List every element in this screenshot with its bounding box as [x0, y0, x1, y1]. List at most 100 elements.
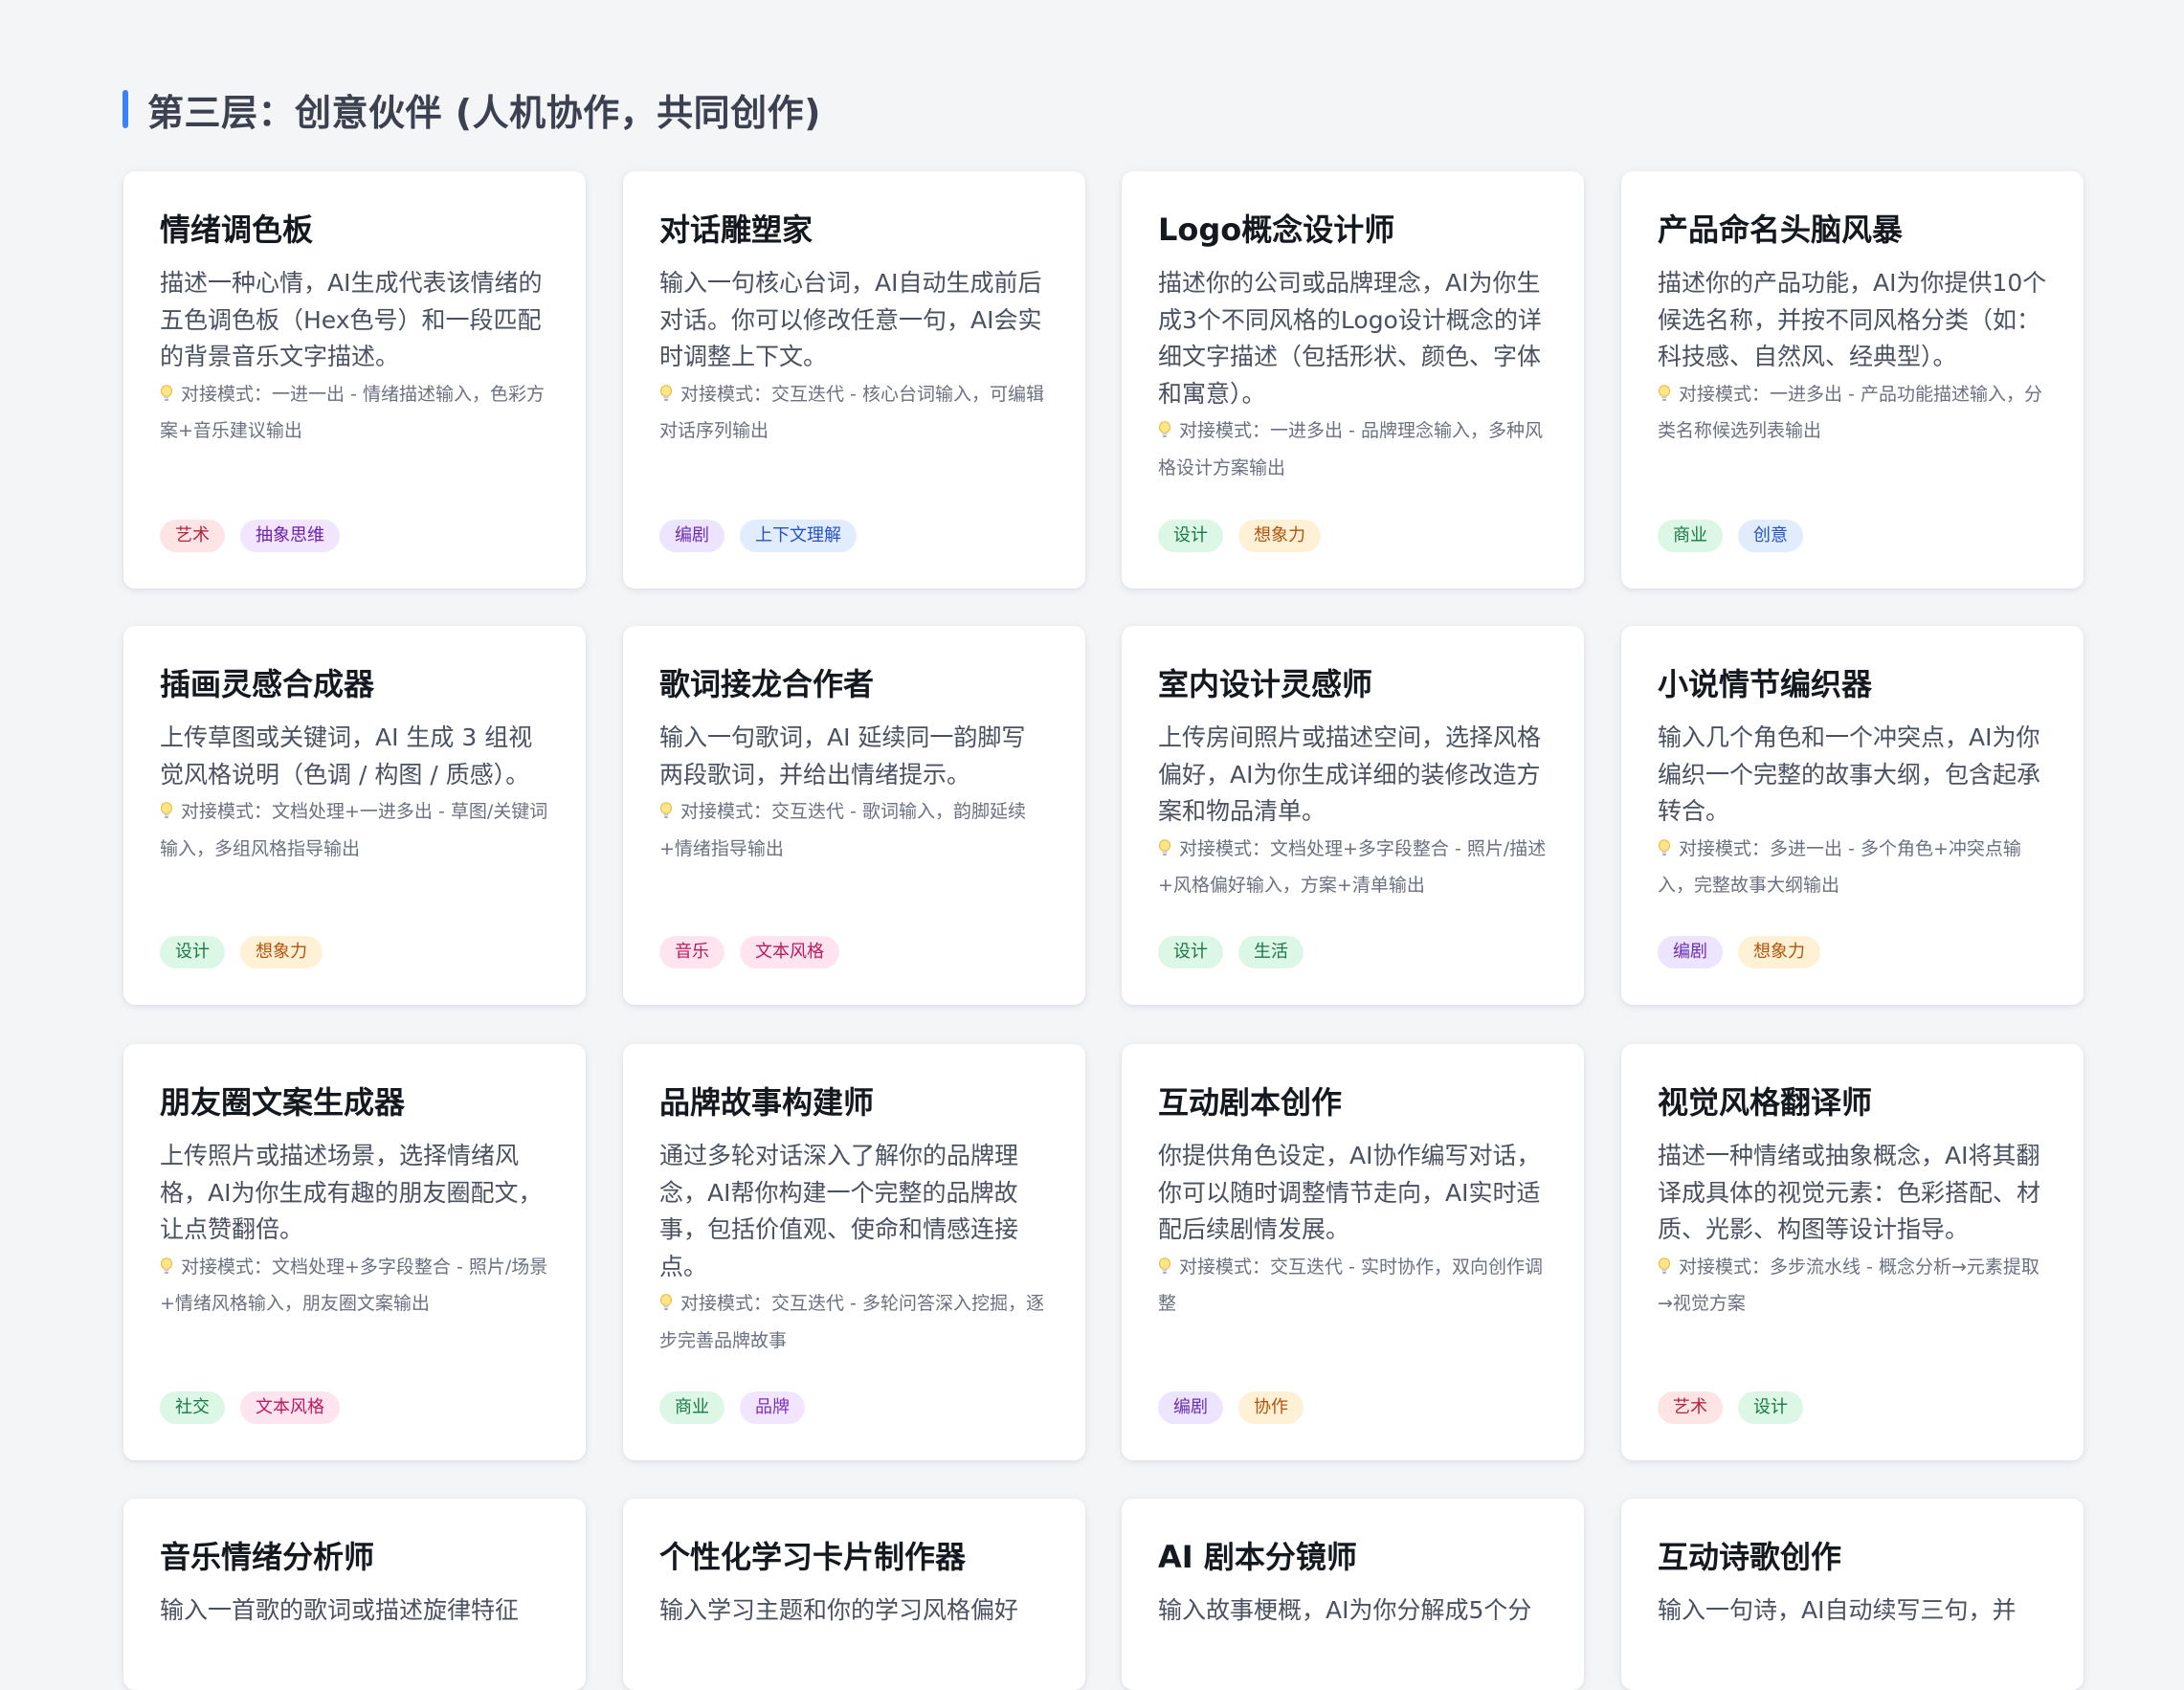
tag-badge: 创意: [1738, 520, 1803, 552]
feature-card[interactable]: AI 剧本分镜师输入故事梗概，AI为你分解成5个分: [1122, 1499, 1584, 1690]
card-description: 上传房间照片或描述空间，选择风格偏好，AI为你生成详细的装修改造方案和物品清单。: [1158, 723, 1542, 825]
card-mode: 对接模式：交互迭代 - 实时协作，双向创作调整: [1158, 1249, 1548, 1323]
card-tags: 设计 生活: [1158, 936, 1304, 968]
card-title: 产品命名头脑风暴: [1658, 211, 1904, 248]
feature-card[interactable]: 室内设计灵感师 上传房间照片或描述空间，选择风格偏好，AI为你生成详细的装修改造方…: [1122, 626, 1584, 1005]
card-description: 输入几个角色和一个冲突点，AI为你编织一个完整的故事大纲，包含起承转合。: [1658, 723, 2041, 825]
feature-card[interactable]: 互动剧本创作你提供角色设定，AI协作编写对话，你可以随时调整情节走向，AI实时适…: [1122, 1044, 1584, 1460]
tag-badge: 编剧: [659, 520, 724, 552]
card-description: 输入故事梗概，AI为你分解成5个分: [1158, 1596, 1532, 1624]
card-mode: 对接模式：文档处理+一进多出 - 草图/关键词输入，多组风格指导输出: [160, 793, 549, 867]
card-mode: 对接模式：一进一出 - 情绪描述输入，色彩方案+音乐建议输出: [160, 376, 549, 450]
lightbulb-icon: [161, 802, 172, 818]
mode-prefix: 对接模式：: [181, 383, 273, 405]
card-title: 个性化学习卡片制作器: [659, 1539, 967, 1575]
card-mode: 对接模式：多进一出 - 多个角色+冲突点输入，完整故事大纲输出: [1658, 831, 2047, 904]
card-tags: 音乐 文本风格: [659, 936, 839, 968]
tag-badge: 编剧: [1658, 936, 1723, 968]
lightbulb-icon: [161, 1256, 172, 1274]
card-mode: 对接模式：交互迭代 - 核心台词输入，可编辑对话序列输出: [659, 376, 1049, 450]
card-mode: 对接模式：交互迭代 - 多轮问答深入挖掘，逐步完善品牌故事: [659, 1285, 1049, 1359]
feature-card[interactable]: 情绪调色板 描述一种心情，AI生成代表该情绪的五色调色板（Hex色号）和一段匹配的…: [123, 171, 586, 589]
card-title: 互动剧本创作: [1158, 1084, 1343, 1121]
tag-badge: 编剧: [1158, 1391, 1223, 1424]
feature-card[interactable]: 视觉风格翻译师 描述一种情绪或抽象概念，AI将其翻译成具体的视觉元素：色彩搭配、材…: [1621, 1044, 2084, 1460]
feature-card[interactable]: 产品命名头脑风暴 描述你的产品功能，AI为你提供10个候选名称，并按不同风格分类（…: [1621, 171, 2084, 589]
tag-badge: 想象力: [1738, 936, 1820, 968]
card-description: 描述一种情绪或抽象概念，AI将其翻译成具体的视觉元素：色彩搭配、材质、光影、构图…: [1658, 1142, 2041, 1243]
lightbulb-icon: [1159, 1256, 1170, 1274]
tag-badge: 设计: [1158, 936, 1223, 968]
feature-card[interactable]: 歌词接龙合作者 输入一句歌词，AI 延续同一韵脚写两段歌词，并给出情绪提示。 对接模…: [623, 626, 1085, 1005]
tag-badge: 文本风格: [240, 1391, 340, 1424]
lightbulb-icon: [1659, 838, 1670, 856]
feature-card[interactable]: 音乐情绪分析师输入一首歌的歌词或描述旋律特征: [123, 1499, 586, 1690]
card-description: 上传草图或关键词，AI 生成 3 组视觉风格说明（色调 / 构图 / 质感）。: [160, 723, 533, 789]
card-tags: 艺术 抽象思维: [160, 520, 340, 552]
card-description: 描述你的公司或品牌理念，AI为你生成3个不同风格的Logo设计概念的详细文字描述…: [1158, 269, 1542, 408]
tag-badge: 想象力: [240, 936, 323, 968]
tag-badge: 设计: [1738, 1391, 1803, 1424]
card-mode: 对接模式：文档处理+多字段整合 - 照片/描述+风格偏好输入，方案+清单输出: [1158, 831, 1548, 904]
mode-prefix: 对接模式：: [680, 1293, 772, 1314]
tag-badge: 协作: [1238, 1391, 1304, 1424]
tag-badge: 艺术: [160, 520, 225, 552]
card-title: 品牌故事构建师: [659, 1084, 875, 1121]
card-title: 小说情节编织器: [1658, 666, 1873, 702]
mode-prefix: 对接模式：: [1179, 1256, 1271, 1278]
card-grid: 情绪调色板 描述一种心情，AI生成代表该情绪的五色调色板（Hex色号）和一段匹配的…: [0, 0, 2184, 1690]
tag-badge: 商业: [1658, 520, 1723, 552]
tag-badge: 商业: [659, 1391, 724, 1424]
mode-prefix: 对接模式：: [1679, 837, 1771, 859]
tag-badge: 品牌: [740, 1391, 805, 1424]
card-tags: 设计 想象力: [160, 936, 323, 968]
card-mode: 对接模式：一进多出 - 产品功能描述输入，分类名称候选列表输出: [1658, 376, 2047, 450]
card-title: 互动诗歌创作: [1658, 1539, 1842, 1575]
feature-card[interactable]: 小说情节编织器输入几个角色和一个冲突点，AI为你编织一个完整的故事大纲，包含起承…: [1621, 626, 2084, 1005]
feature-card[interactable]: 对话雕塑家 输入一句核心台词，AI自动生成前后对话。你可以修改任意一句，AI会实时…: [623, 171, 1085, 589]
feature-card[interactable]: 个性化学习卡片制作器输入学习主题和你的学习风格偏好: [623, 1499, 1085, 1690]
card-mode: 对接模式：交互迭代 - 歌词输入，韵脚延续+情绪指导输出: [659, 793, 1049, 867]
tag-badge: 社交: [160, 1391, 225, 1424]
feature-card[interactable]: 插画灵感合成器 上传草图或关键词，AI 生成 3 组视觉风格说明（色调 / 构图 …: [123, 626, 586, 1005]
lightbulb-icon: [660, 1294, 672, 1310]
card-description: 通过多轮对话深入了解你的品牌理念，AI帮你构建一个完整的品牌故事，包括价值观、使…: [659, 1142, 1019, 1280]
tag-badge: 音乐: [659, 936, 724, 968]
card-title: 歌词接龙合作者: [659, 666, 875, 702]
tag-badge: 设计: [1158, 520, 1223, 552]
card-mode: 对接模式：文档处理+多字段整合 - 照片/场景+情绪风格输入，朋友圈文案输出: [160, 1249, 549, 1323]
card-tags: 编剧 上下文理解: [659, 520, 857, 552]
lightbulb-icon: [1159, 421, 1170, 437]
card-title: 朋友圈文案生成器: [160, 1084, 406, 1121]
mode-prefix: 对接模式：: [680, 383, 772, 405]
card-title: 音乐情绪分析师: [160, 1539, 375, 1575]
lightbulb-icon: [660, 384, 672, 401]
feature-card[interactable]: Logo概念设计师描述你的公司或品牌理念，AI为你生成3个不同风格的Logo设计…: [1122, 171, 1584, 589]
lightbulb-icon: [1659, 1256, 1670, 1274]
card-title: AI 剧本分镜师: [1158, 1539, 1357, 1575]
tag-badge: 艺术: [1658, 1391, 1723, 1424]
feature-card[interactable]: 品牌故事构建师通过多轮对话深入了解你的品牌理念，AI帮你构建一个完整的品牌故事，…: [623, 1044, 1085, 1460]
lightbulb-icon: [1659, 384, 1670, 401]
card-description: 你提供角色设定，AI协作编写对话，你可以随时调整情节走向，AI实时适配后续剧情发…: [1158, 1142, 1541, 1243]
tag-badge: 抽象思维: [240, 520, 340, 552]
tag-badge: 文本风格: [740, 936, 839, 968]
card-mode: 对接模式：一进多出 - 品牌理念输入，多种风格设计方案输出: [1158, 412, 1548, 486]
card-description: 输入一首歌的歌词或描述旋律特征: [160, 1596, 520, 1624]
card-description: 输入一句歌词，AI 延续同一韵脚写两段歌词，并给出情绪提示。: [659, 723, 1026, 789]
card-tags: 商业 品牌: [659, 1391, 805, 1424]
lightbulb-icon: [161, 384, 172, 401]
card-title: Logo概念设计师: [1158, 211, 1395, 248]
lightbulb-icon: [660, 802, 672, 818]
card-description: 输入学习主题和你的学习风格偏好: [659, 1596, 1019, 1624]
tag-badge: 生活: [1238, 936, 1304, 968]
tag-badge: 想象力: [1238, 520, 1321, 552]
card-tags: 编剧 想象力: [1658, 936, 1820, 968]
mode-prefix: 对接模式：: [1679, 383, 1771, 405]
feature-card[interactable]: 朋友圈文案生成器 上传照片或描述场景，选择情绪风格，AI为你生成有趣的朋友圈配文，…: [123, 1044, 586, 1460]
feature-card[interactable]: 互动诗歌创作 输入一句诗，AI自动续写三句，并: [1621, 1499, 2084, 1690]
card-tags: 商业 创意: [1658, 520, 1803, 552]
mode-prefix: 对接模式：: [1179, 420, 1271, 441]
tag-badge: 设计: [160, 936, 225, 968]
mode-prefix: 对接模式：: [680, 801, 772, 822]
